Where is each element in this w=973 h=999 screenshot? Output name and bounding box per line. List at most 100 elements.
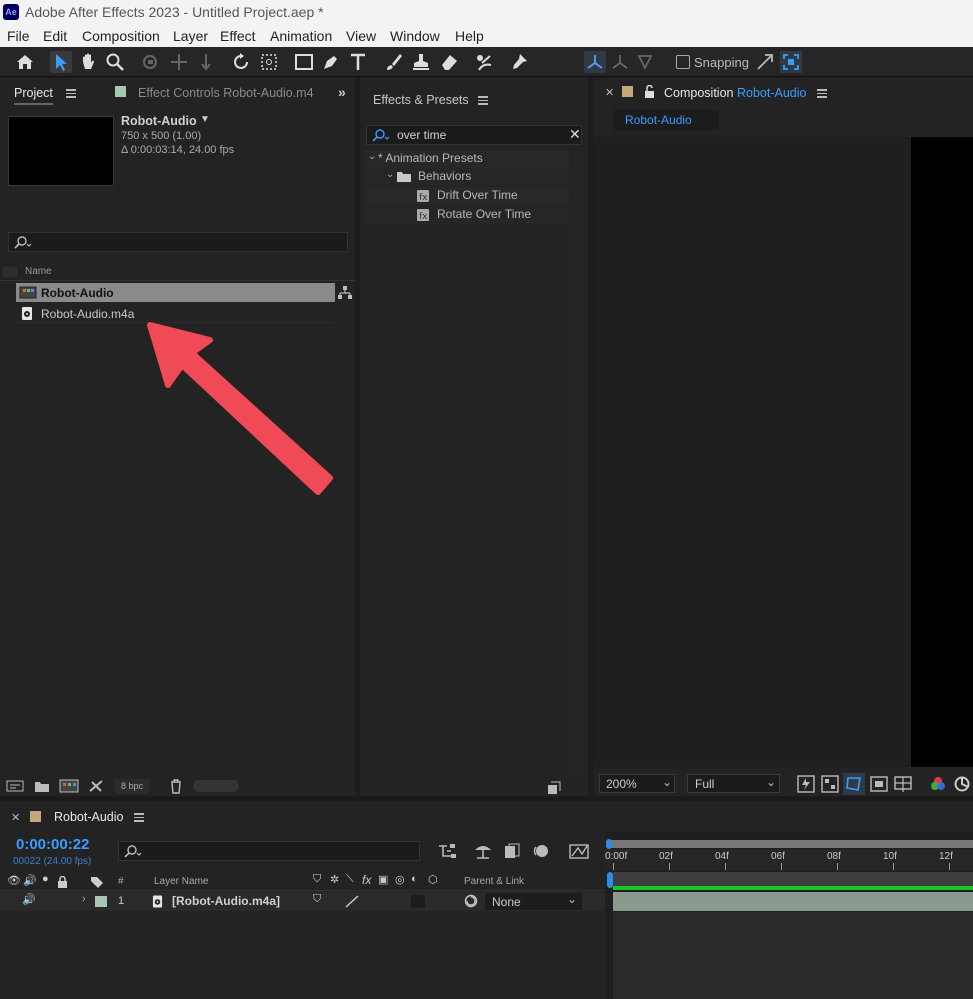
fx-icon[interactable]: fx [362,873,371,887]
quality-icon[interactable]: ⟍ [346,873,354,886]
shy-icon[interactable]: ⛉ [313,873,321,886]
region-of-interest-icon[interactable] [870,775,888,793]
snapping-checkbox[interactable] [676,55,690,69]
interpret-footage-icon[interactable] [6,779,24,793]
layer-name[interactable]: [Robot-Audio.m4a] [172,894,280,908]
zoom-dropdown[interactable]: 200% ⌄ [599,774,675,793]
new-folder-icon[interactable] [34,779,50,793]
lock-icon[interactable] [644,85,655,98]
effects-panel-menu-icon[interactable] [478,96,488,105]
channel-rgb-icon[interactable] [930,776,946,792]
trash-icon[interactable] [169,779,183,794]
project-thumbnail-slider[interactable] [193,780,239,792]
tree-item-behaviors[interactable]: ⌄ Behaviors [364,168,569,186]
menu-animation[interactable]: Animation [270,28,332,44]
column-layer-name[interactable]: Layer Name [154,876,208,887]
tab-effects-presets[interactable]: Effects & Presets [373,93,469,107]
zoom-icon[interactable] [104,51,126,73]
speaker-icon[interactable]: 🔊 [22,893,36,906]
menu-edit[interactable]: Edit [43,28,67,44]
brush-icon[interactable] [383,51,405,73]
time-ruler[interactable]: 0:00f 02f 04f 06f 08f 10f 12f [605,849,973,871]
selection-arrow-icon[interactable] [50,51,72,73]
close-timeline-icon[interactable]: ✕ [11,811,20,824]
type-icon[interactable] [347,51,369,73]
new-preset-icon[interactable] [547,781,561,794]
work-area-range[interactable] [613,886,973,890]
layer-duration-bar[interactable] [613,892,973,911]
color-management-icon[interactable] [954,776,970,792]
grid-guides-icon[interactable] [894,775,912,793]
solo-icon[interactable]: ● [42,873,49,885]
parent-dropdown[interactable]: None ⌄ [485,892,582,910]
tab-timeline[interactable]: Robot-Audio [54,810,124,824]
draft-3d-icon[interactable] [473,842,493,860]
motion-blur-icon[interactable] [531,842,551,860]
adjustment-layer-icon[interactable]: ◐ [411,873,418,885]
rotate-icon[interactable] [230,51,252,73]
tab-composition[interactable]: Composition Robot-Audio [664,86,806,100]
snapping-options-icon[interactable] [754,51,776,73]
pan-camera-icon[interactable] [168,51,190,73]
composition-mini-flowchart-icon[interactable] [437,842,457,860]
resolution-dropdown[interactable]: Full ⌄ [687,774,780,793]
3d-layer-icon[interactable]: ⬡ [428,873,438,886]
roto-brush-icon[interactable] [473,51,495,73]
quality-slash-icon[interactable] [345,895,359,908]
project-settings-icon[interactable] [88,779,104,793]
project-panel-menu-icon[interactable] [66,89,76,98]
work-area-bar[interactable] [613,872,973,886]
hand-icon[interactable] [77,51,99,73]
close-panel-icon[interactable]: ✕ [605,86,614,99]
speaker-icon[interactable]: 🔊 [23,874,37,887]
layer-row[interactable]: 🔊 › 1 [Robot-Audio.m4a] ⛉ None ⌄ [0,892,605,911]
clear-search-icon[interactable]: ✕ [569,126,581,143]
motion-blur-column-icon[interactable]: ◎ [395,873,405,886]
local-axis-mode-icon[interactable] [584,51,606,73]
current-time-indicator[interactable] [606,839,612,849]
timeline-search-input[interactable] [118,841,420,861]
menu-layer[interactable]: Layer [173,28,208,44]
tree-item-drift-over-time[interactable]: fx Drift Over Time [364,187,569,205]
layer-switch-box[interactable] [411,895,425,908]
orbit-camera-icon[interactable] [139,51,161,73]
tab-effect-controls[interactable]: Effect Controls Robot-Audio.m4 [138,86,314,100]
menu-composition[interactable]: Composition [82,28,160,44]
effects-search-input[interactable]: over time ✕ [366,125,582,145]
collapse-icon[interactable]: ✲ [330,873,339,886]
eye-icon[interactable]: 👁 [7,874,21,887]
project-item-robot-audio-comp[interactable]: Robot-Audio [16,283,335,302]
more-panels-chevron-icon[interactable]: » [338,84,346,100]
effects-scrollbar[interactable] [569,150,583,796]
composition-subtab[interactable]: Robot-Audio [614,110,719,130]
pick-whip-icon[interactable] [464,894,478,908]
fast-previews-icon[interactable] [797,775,815,793]
mask-visibility-button[interactable] [843,773,865,795]
world-axis-mode-icon[interactable] [609,51,631,73]
puppet-pin-icon[interactable] [508,51,530,73]
lock-icon[interactable] [57,876,68,888]
expand-chevron-icon[interactable]: › [82,893,86,905]
timeline-panel-menu-icon[interactable] [134,813,144,822]
tree-item-rotate-over-time[interactable]: fx Rotate Over Time [364,206,569,224]
expand-toolbar-icon[interactable] [780,51,802,73]
anchor-point-icon[interactable] [258,51,280,73]
layer-label-swatch[interactable] [95,896,107,907]
frame-blend-icon[interactable]: ▣ [378,873,388,886]
frame-blending-icon[interactable] [503,842,523,860]
menu-window[interactable]: Window [390,28,440,44]
tab-project[interactable]: Project [14,86,53,105]
dolly-camera-icon[interactable] [195,51,217,73]
time-navigator[interactable] [607,840,973,848]
column-name[interactable]: Name [25,266,52,277]
menu-effect[interactable]: Effect [220,28,256,44]
transparency-grid-icon[interactable] [821,775,839,793]
menu-file[interactable]: File [7,28,30,44]
flowchart-icon[interactable] [337,285,353,300]
project-search-input[interactable] [8,232,348,252]
menu-help[interactable]: Help [455,28,484,44]
composition-panel-menu-icon[interactable] [817,89,827,98]
new-composition-icon[interactable] [59,779,79,793]
shy-icon[interactable]: ⛉ [313,893,321,906]
current-timecode[interactable]: 0:00:00:22 [16,836,89,853]
